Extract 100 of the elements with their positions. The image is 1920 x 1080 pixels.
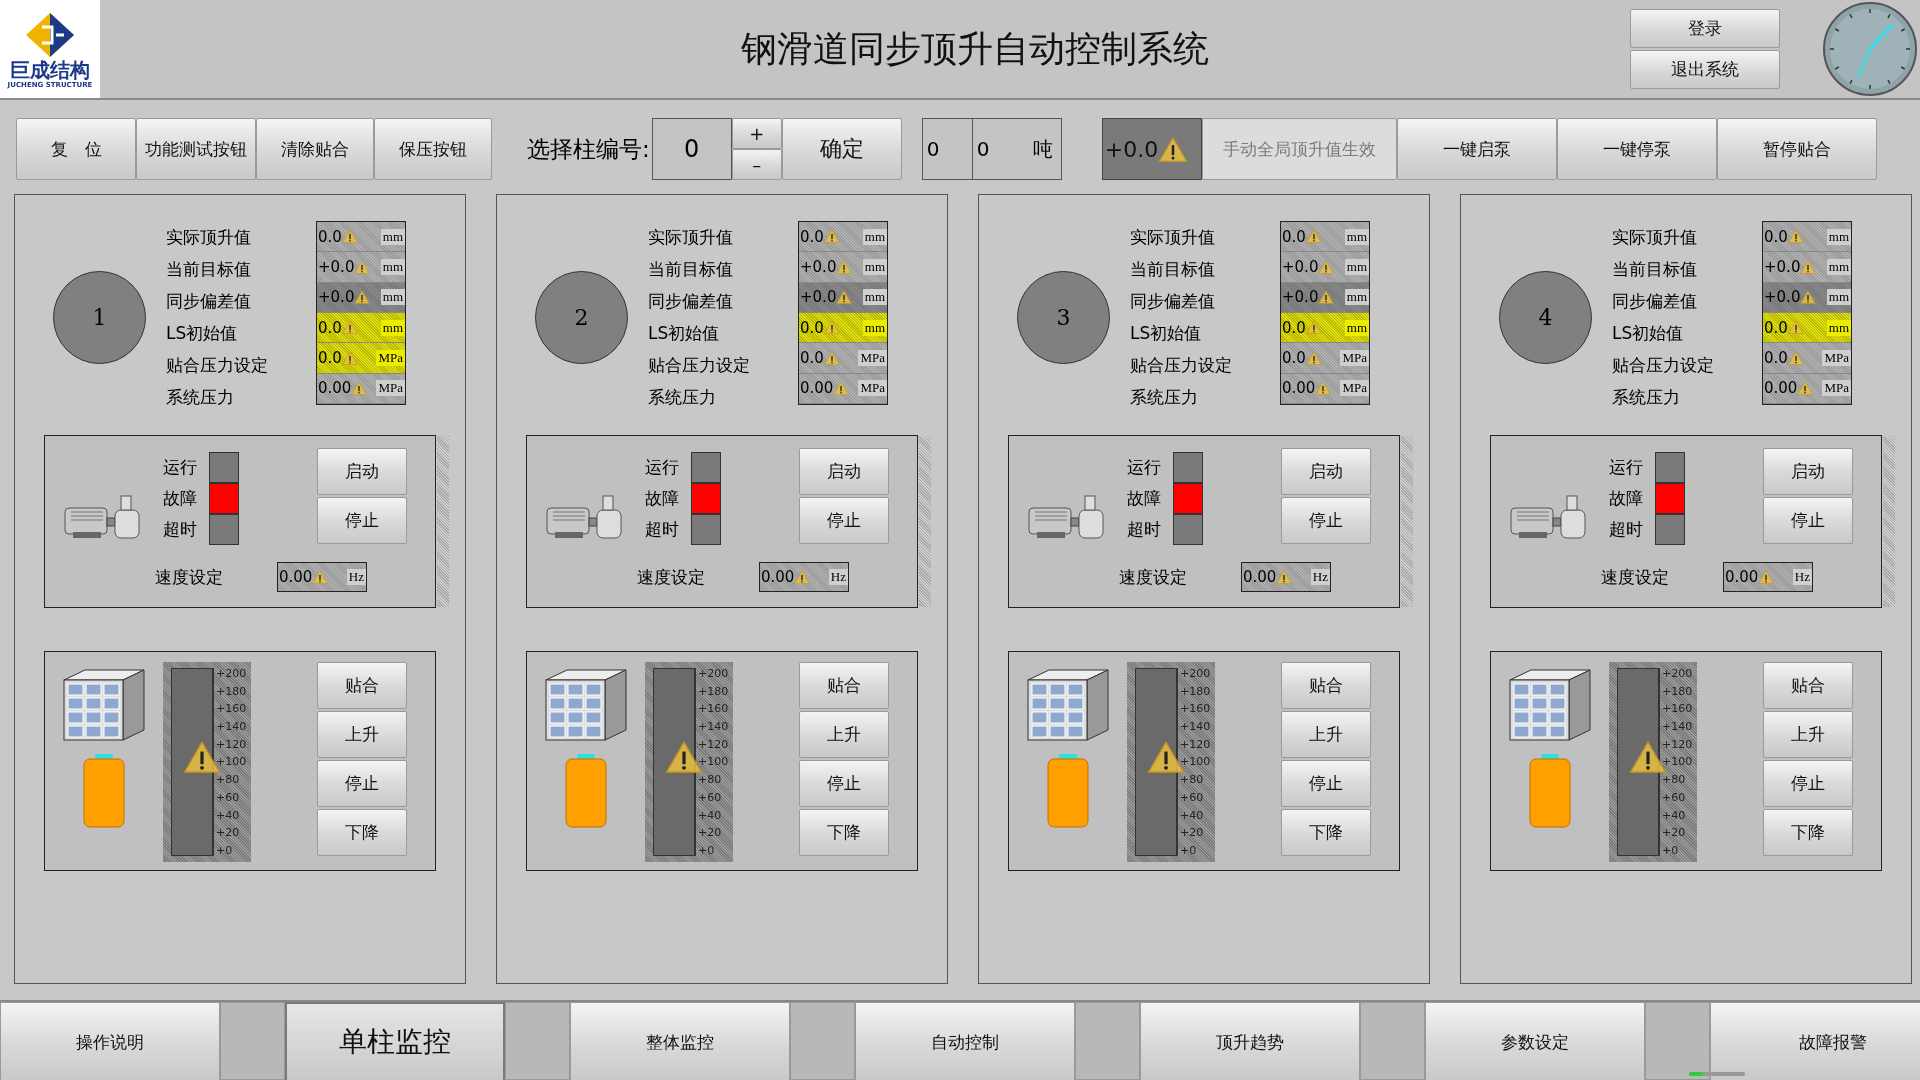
tank-icon xyxy=(1529,754,1571,828)
nav-tab[interactable]: 顶升趋势 xyxy=(1140,1002,1360,1080)
pump-button[interactable]: 启动 xyxy=(799,448,889,495)
warning-icon xyxy=(1758,569,1775,585)
scrollbar[interactable] xyxy=(919,436,931,607)
reading-label: LS初始值 xyxy=(648,321,721,345)
speed-label: 速度设定 xyxy=(637,565,705,589)
toolbar-button[interactable]: 复 位 xyxy=(16,118,136,180)
value-text: +0.0 xyxy=(1281,258,1319,276)
toolbar-button[interactable]: 一键停泵 xyxy=(1556,118,1717,180)
gauge-tick-label: +40 xyxy=(1662,809,1687,821)
warning-icon xyxy=(354,259,371,275)
nav-tab[interactable]: 操作说明 xyxy=(0,1002,220,1080)
scrollbar[interactable] xyxy=(1401,436,1413,607)
exit-button[interactable]: 退出系统 xyxy=(1630,50,1780,89)
scrollbar[interactable] xyxy=(1883,436,1895,607)
unit-label: mm xyxy=(1344,319,1369,336)
pump-button[interactable]: 启动 xyxy=(1281,448,1371,495)
gauge-tick-label: +0 xyxy=(698,844,716,856)
login-button[interactable]: 登录 xyxy=(1630,9,1780,48)
building-icon xyxy=(1509,668,1591,742)
reading-label: 同步偏差值 xyxy=(166,289,252,313)
reading-label: 系统压力 xyxy=(648,385,717,409)
unit-label: mm xyxy=(380,259,405,275)
scrollbar[interactable] xyxy=(437,436,449,607)
increment-button[interactable]: + xyxy=(731,118,782,149)
gauge-tick-label: +100 xyxy=(1180,756,1211,768)
lift-button[interactable]: 贴合 xyxy=(1281,662,1371,709)
warning-icon xyxy=(312,569,329,585)
gauge-tick-label: +200 xyxy=(216,668,247,679)
reading-label: 当前目标值 xyxy=(648,257,734,281)
gauge-tick-label: +100 xyxy=(698,756,729,768)
warning-icon xyxy=(341,320,358,335)
gauge-tick-label: +0 xyxy=(1662,844,1680,856)
pump-button[interactable]: 停止 xyxy=(1281,497,1371,544)
lift-button[interactable]: 贴合 xyxy=(1763,662,1853,709)
lamp-label: 超时 xyxy=(645,518,680,541)
lamp-label: 运行 xyxy=(1127,456,1162,479)
lift-button[interactable]: 停止 xyxy=(1763,760,1853,807)
gauge-tick-label: +20 xyxy=(698,827,723,839)
pump-button[interactable]: 停止 xyxy=(799,497,889,544)
lift-button[interactable]: 上升 xyxy=(317,711,407,758)
speed-label: 速度设定 xyxy=(1119,565,1187,589)
pump-button[interactable]: 启动 xyxy=(1763,448,1853,495)
toolbar-button[interactable]: 暂停贴合 xyxy=(1716,118,1877,180)
reading-label: 同步偏差值 xyxy=(648,289,734,313)
pump-button[interactable]: 停止 xyxy=(317,497,407,544)
lift-button[interactable]: 上升 xyxy=(1763,711,1853,758)
unit-label: Hz xyxy=(346,569,366,585)
nav-tab[interactable]: 故障报警 xyxy=(1710,1002,1920,1080)
nav-tab[interactable]: 参数设定 xyxy=(1425,1002,1645,1080)
decrement-button[interactable]: – xyxy=(731,149,782,180)
unit-label: mm xyxy=(380,289,405,306)
toolbar-button[interactable]: 功能测试按钮 xyxy=(136,118,256,180)
speed-label: 速度设定 xyxy=(1601,565,1669,589)
gauge-tick-label: +200 xyxy=(1180,668,1211,679)
toolbar-button[interactable]: 清除贴合 xyxy=(256,118,374,180)
lift-button[interactable]: 下降 xyxy=(317,809,407,856)
nav-tab[interactable]: 整体监控 xyxy=(570,1002,790,1080)
gauge-tick-label: +20 xyxy=(1180,827,1205,839)
reading-label: 实际顶升值 xyxy=(648,225,734,249)
lift-button[interactable]: 上升 xyxy=(799,711,889,758)
value-text: 0.00 xyxy=(317,379,352,398)
warning-icon xyxy=(1800,290,1817,305)
unit-label: MPa xyxy=(1822,380,1851,397)
gauge-tick-label: +80 xyxy=(1662,774,1687,786)
progress-indicator xyxy=(1689,1072,1745,1076)
gauge-tick-label: +180 xyxy=(1662,685,1693,697)
confirm-button[interactable]: 确定 xyxy=(781,118,902,180)
unit-label: Hz xyxy=(1310,569,1330,585)
lift-button[interactable]: 下降 xyxy=(799,809,889,856)
gauge-tick-label: +100 xyxy=(216,756,247,768)
pump-button[interactable]: 停止 xyxy=(1763,497,1853,544)
gauge-tick-label: +120 xyxy=(216,738,247,750)
toolbar-button[interactable]: 一键启泵 xyxy=(1396,118,1557,180)
gauge-tick-label: +160 xyxy=(1662,703,1693,715)
gauge-tick-label: +180 xyxy=(216,685,247,697)
lift-button[interactable]: 停止 xyxy=(1281,760,1371,807)
value-text: 0.00 xyxy=(760,568,795,586)
pump-button[interactable]: 启动 xyxy=(317,448,407,495)
lift-button[interactable]: 贴合 xyxy=(799,662,889,709)
nav-tab[interactable]: 自动控制 xyxy=(855,1002,1075,1080)
unit-label: mm xyxy=(1344,289,1369,306)
gauge-tick-label: +20 xyxy=(1662,827,1687,839)
lift-button[interactable]: 停止 xyxy=(317,760,407,807)
logo-icon xyxy=(24,11,76,59)
warning-icon xyxy=(1315,381,1332,396)
reading-label: 当前目标值 xyxy=(1612,257,1698,281)
column-select-label: 选择柱编号: xyxy=(527,134,650,164)
value-text: +0.0 xyxy=(1763,258,1801,276)
lift-button[interactable]: 贴合 xyxy=(317,662,407,709)
toolbar-button[interactable]: 保压按钮 xyxy=(374,118,492,180)
value-text: 0.0 xyxy=(799,227,824,246)
column-number-field[interactable]: 0 xyxy=(651,118,732,180)
lift-button[interactable]: 停止 xyxy=(799,760,889,807)
nav-tab[interactable]: 单柱监控 xyxy=(285,1002,505,1080)
lift-button[interactable]: 下降 xyxy=(1281,809,1371,856)
value-text: 0.00 xyxy=(1724,568,1759,586)
lift-button[interactable]: 上升 xyxy=(1281,711,1371,758)
lift-button[interactable]: 下降 xyxy=(1763,809,1853,856)
